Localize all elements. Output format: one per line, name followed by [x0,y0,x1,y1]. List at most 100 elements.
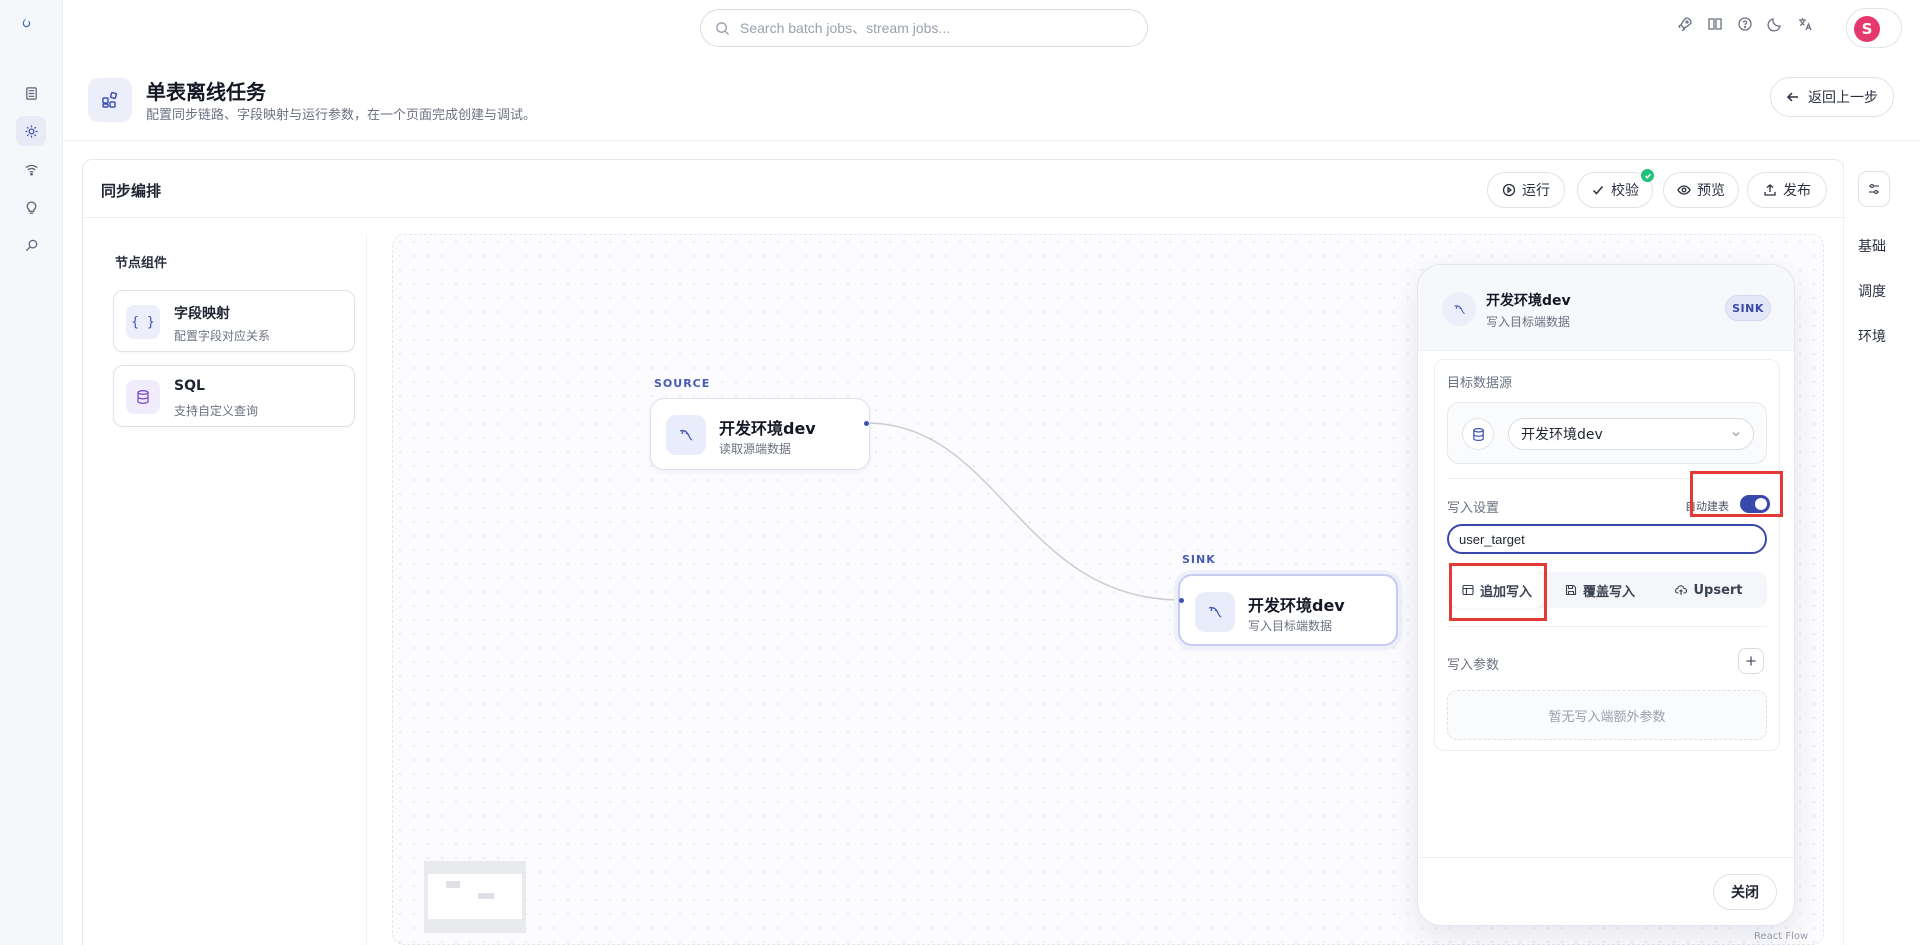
source-node-subtitle: 读取源端数据 [719,442,792,456]
target-source-value: 开发环境dev [1521,427,1603,443]
run-button[interactable]: 运行 [1487,172,1565,208]
header-divider [63,140,1920,141]
palette-item-name: SQL [174,378,205,394]
nav-stream-icon[interactable] [16,154,46,184]
palette-title: 节点组件 [115,256,168,271]
top-toolbar [1676,15,1814,33]
source-tag: SOURCE [654,377,711,390]
write-mode-overwrite[interactable]: 覆盖写入 [1549,572,1651,608]
database-icon [126,380,160,414]
sink-node-title: 开发环境dev [1248,596,1345,615]
drawer-header: 开发环境dev 写入目标端数据 SINK [1418,265,1794,351]
source-handle[interactable] [864,421,869,426]
nav-settings-icon[interactable] [16,116,46,146]
palette-item-sql[interactable]: SQL 支持自定义查询 [113,365,355,427]
user-menu[interactable]: S [1846,8,1902,48]
palette-divider [366,234,367,945]
preview-button[interactable]: 预览 [1663,172,1739,208]
palette-item-desc: 支持自定义查询 [174,404,259,418]
avatar[interactable]: S [1854,16,1880,42]
back-button[interactable]: 返回上一步 [1770,77,1894,117]
source-node-title: 开发环境dev [719,419,816,438]
run-button-label: 运行 [1522,183,1550,199]
write-mode-upsert[interactable]: Upsert [1657,572,1761,608]
sink-tag: SINK [1182,553,1216,566]
target-table-input[interactable] [1447,524,1767,554]
page-title: 单表离线任务 [146,80,266,104]
minimap-node [446,881,460,888]
right-strip-divider [1843,160,1844,945]
database-icon [1462,418,1494,450]
add-param-button[interactable] [1738,648,1764,674]
publish-button[interactable]: 发布 [1747,172,1827,208]
sink-node-subtitle: 写入目标端数据 [1248,619,1333,633]
palette-item-name: 字段映射 [174,306,230,322]
arrow-left-icon [1786,92,1798,102]
tab-basic[interactable]: 基础 [1858,236,1886,256]
sink-node[interactable]: 开发环境dev 写入目标端数据 [1178,574,1398,646]
tab-schedule[interactable]: 调度 [1858,281,1886,301]
target-source-select[interactable]: 开发环境dev [1508,418,1754,450]
tab-environment[interactable]: 环境 [1858,326,1886,346]
source-node[interactable]: 开发环境dev 读取源端数据 [650,398,870,470]
write-mode-append[interactable]: 追加写入 [1451,572,1543,608]
validated-badge-icon [1641,169,1654,182]
node-type-badge: SINK [1725,295,1771,321]
search-icon [716,21,730,35]
page-subtitle: 配置同步链路、字段映射与运行参数，在一个页面完成创建与调试。 [146,108,537,123]
mysql-dolphin-icon [666,415,706,455]
empty-params-placeholder: 暂无写入端额外参数 [1447,690,1767,740]
global-search[interactable] [700,9,1148,47]
translate-icon[interactable] [1796,15,1814,33]
write-params-label: 写入参数 [1447,658,1500,673]
nav-ideas-icon[interactable] [16,192,46,222]
dark-mode-icon[interactable] [1766,15,1784,33]
minimap-node [478,893,494,899]
back-button-label: 返回上一步 [1808,90,1878,106]
validate-button-label: 校验 [1611,183,1639,199]
sink-handle[interactable] [1179,598,1184,603]
play-icon [1502,183,1516,197]
upload-icon [1764,184,1776,196]
book-icon[interactable] [1706,15,1724,33]
chevron-down-icon [1732,432,1740,437]
minimap[interactable] [424,861,526,933]
drawer-title: 开发环境dev [1486,293,1571,309]
close-button[interactable]: 关闭 [1713,874,1777,910]
palette-item-field-mapping[interactable]: { } 字段映射 配置字段对应关系 [113,290,355,352]
section-divider [1447,626,1767,627]
left-rail [0,0,63,945]
auto-create-table-label: 自动建表 [1685,500,1729,513]
help-icon[interactable] [1736,15,1754,33]
app-logo-icon[interactable] [19,16,43,40]
sink-settings-section: 目标数据源 开发环境dev 写入设置 自动建表 追加写入 覆盖写入 [1434,359,1780,751]
publish-button-label: 发布 [1783,183,1811,199]
card-title: 同步编排 [101,182,162,200]
drawer-subtitle: 写入目标端数据 [1486,315,1571,329]
braces-icon: { } [126,305,160,339]
palette-item-desc: 配置字段对应关系 [174,329,271,343]
section-divider [1447,478,1767,479]
drawer-footer-divider [1418,857,1794,858]
target-source-label: 目标数据源 [1447,376,1513,391]
react-flow-attribution[interactable]: React Flow [1754,931,1808,942]
write-mode-group: 追加写入 覆盖写入 Upsert [1447,572,1767,608]
rocket-icon[interactable] [1676,15,1694,33]
nav-search-icon[interactable] [16,230,46,260]
table-icon [1462,584,1474,596]
toggle-knob [1755,498,1767,510]
sink-config-drawer: 开发环境dev 写入目标端数据 SINK 目标数据源 开发环境dev 写入设置 … [1417,264,1795,926]
sliders-icon[interactable] [1858,171,1890,207]
save-icon [1565,584,1577,596]
nav-jobs-icon[interactable] [16,78,46,108]
search-input[interactable] [740,20,1133,36]
write-settings-label: 写入设置 [1447,501,1500,516]
cloud-upload-icon [1675,585,1688,595]
minimap-viewport [428,874,522,919]
page-icon [88,78,132,122]
auto-create-table-toggle[interactable] [1740,495,1770,513]
check-icon [1592,186,1604,195]
target-source-box: 开发环境dev [1447,402,1767,464]
plus-icon [1746,656,1756,666]
validate-button[interactable]: 校验 [1577,169,1654,208]
